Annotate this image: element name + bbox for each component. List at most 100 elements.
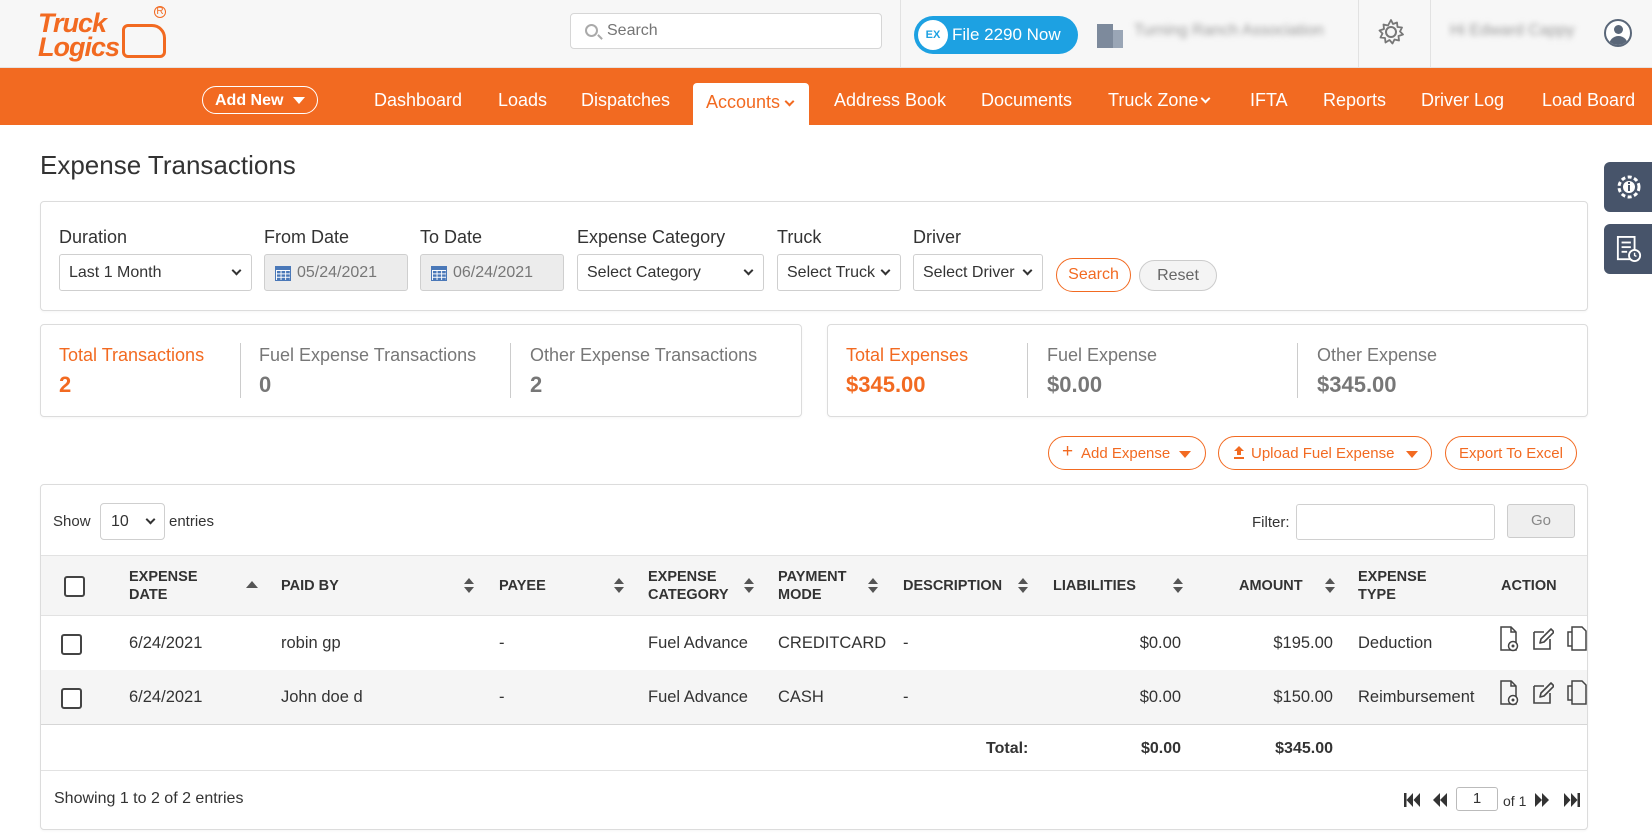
sort-icon[interactable] [464, 578, 474, 594]
reset-button[interactable]: Reset [1139, 260, 1217, 291]
transactions-summary-card [40, 324, 802, 417]
view-receipt-icon[interactable] [1498, 680, 1520, 706]
nav-reports[interactable]: Reports [1323, 90, 1386, 111]
nav-loads[interactable]: Loads [498, 90, 547, 111]
go-button[interactable]: Go [1507, 504, 1575, 538]
sort-ascending-icon[interactable] [246, 581, 258, 588]
chevron-down-icon [1022, 265, 1033, 276]
cell-amount: $195.00 [1273, 634, 1333, 652]
add-new-dropdown[interactable]: Add New [202, 86, 318, 114]
cell-expense-category: Fuel Advance [648, 634, 748, 652]
from-date-input[interactable]: 05/24/2021 [264, 254, 408, 291]
col-description[interactable]: DESCRIPTION [903, 577, 1002, 595]
search-button[interactable]: Search [1056, 258, 1131, 292]
copy-document-icon[interactable] [1566, 626, 1588, 652]
to-date-input[interactable]: 06/24/2021 [420, 254, 564, 291]
truck-logics-logo[interactable]: Truck Logics R [36, 6, 166, 64]
upload-fuel-expense-button[interactable]: Upload Fuel Expense [1218, 436, 1432, 470]
page-number-input[interactable]: 1 [1456, 787, 1498, 811]
nav-dashboard[interactable]: Dashboard [374, 90, 462, 111]
duration-select[interactable]: Last 1 Month [59, 254, 252, 291]
chevron-down-icon [880, 265, 891, 276]
caret-down-icon [1179, 451, 1191, 458]
chevron-down-icon [784, 96, 795, 107]
user-greeting[interactable]: Hi Edward Cappy [1450, 22, 1590, 42]
recent-activity-tab[interactable] [1604, 224, 1652, 274]
global-search-input[interactable] [607, 20, 867, 42]
nav-documents[interactable]: Documents [981, 90, 1072, 111]
nav-accounts[interactable]: Accounts [693, 83, 809, 125]
edit-icon[interactable] [1532, 626, 1554, 652]
from-date-label: From Date [264, 227, 350, 247]
col-paid-by[interactable]: PAID BY [281, 577, 339, 595]
calendar-icon[interactable] [275, 266, 291, 281]
copy-document-icon[interactable] [1566, 680, 1588, 706]
sort-icon[interactable] [744, 578, 754, 594]
expense-category-label: Expense Category [577, 227, 726, 247]
sort-icon[interactable] [1173, 578, 1183, 594]
previous-page-icon[interactable] [1432, 792, 1448, 808]
sort-icon[interactable] [1018, 578, 1028, 594]
nav-address-book[interactable]: Address Book [834, 90, 946, 111]
table-row: 6/24/2021 robin gp - Fuel Advance CREDIT… [41, 616, 1587, 670]
col-liabilities[interactable]: LIABILITIES [1053, 577, 1136, 595]
user-avatar-icon[interactable] [1604, 19, 1632, 47]
select-all-checkbox[interactable] [64, 576, 85, 597]
filter-input[interactable] [1296, 504, 1495, 540]
to-date-value: 06/24/2021 [453, 264, 534, 281]
help-settings-tab[interactable] [1604, 162, 1652, 212]
truck-value: Select Truck [787, 264, 876, 281]
sort-icon[interactable] [614, 578, 624, 594]
total-transactions-label: Total Transactions [59, 345, 205, 365]
cell-amount: $150.00 [1273, 688, 1333, 706]
next-page-icon[interactable] [1534, 792, 1550, 808]
truck-select[interactable]: Select Truck [777, 254, 901, 291]
from-date-value: 05/24/2021 [297, 264, 378, 281]
fuel-expense-label: Fuel Expense [1047, 345, 1158, 365]
nav-load-board[interactable]: Load Board [1542, 90, 1635, 111]
stat-divider [1027, 343, 1028, 398]
entries-per-page-select[interactable]: 10 [100, 503, 165, 540]
expresstrucktax-icon: EX [918, 20, 948, 50]
global-search[interactable] [570, 13, 882, 49]
add-expense-button[interactable]: + Add Expense [1048, 436, 1206, 470]
driver-select[interactable]: Select Driver [913, 254, 1043, 291]
col-expense-type[interactable]: EXPENSE TYPE [1358, 568, 1448, 604]
last-page-icon[interactable] [1563, 792, 1581, 808]
nav-truck-zone[interactable]: Truck Zone [1108, 90, 1198, 111]
edit-icon[interactable] [1532, 680, 1554, 706]
export-to-excel-button[interactable]: Export To Excel [1445, 436, 1577, 470]
view-receipt-icon[interactable] [1498, 626, 1520, 652]
entries-label: entries [169, 513, 215, 530]
add-expense-label: Add Expense [1081, 445, 1171, 462]
fuel-transactions-label: Fuel Expense Transactions [259, 345, 477, 365]
row-checkbox[interactable] [61, 634, 82, 655]
sort-icon[interactable] [868, 578, 878, 594]
document-history-icon [1616, 236, 1642, 262]
col-expense-date[interactable]: EXPENSE DATE [129, 568, 219, 604]
first-page-icon[interactable] [1403, 792, 1421, 808]
calendar-icon[interactable] [431, 266, 447, 281]
col-expense-category[interactable]: EXPENSE CATEGORY [648, 568, 738, 604]
file-2290-label: File 2290 Now [952, 25, 1061, 44]
expense-category-select[interactable]: Select Category [577, 254, 764, 291]
cell-liabilities: $0.00 [1139, 688, 1181, 706]
nav-ifta[interactable]: IFTA [1250, 90, 1288, 111]
top-header: Truck Logics R EX File 2290 Now Turning … [0, 0, 1652, 68]
row-checkbox[interactable] [61, 688, 82, 709]
cell-liabilities: $0.00 [1139, 634, 1181, 652]
col-payee[interactable]: PAYEE [499, 577, 546, 595]
duration-label: Duration [59, 227, 128, 247]
export-to-excel-label: Export To Excel [1459, 445, 1563, 462]
other-expense-value: $345.00 [1317, 372, 1397, 397]
nav-driver-log[interactable]: Driver Log [1421, 90, 1504, 111]
sort-icon[interactable] [1325, 578, 1335, 594]
nav-accounts-label: Accounts [706, 92, 781, 112]
col-amount[interactable]: AMOUNT [1239, 577, 1303, 595]
settings-gear-icon[interactable] [1377, 18, 1405, 46]
nav-dispatches[interactable]: Dispatches [581, 90, 670, 111]
organization-name[interactable]: Turning Ranch Association [1134, 22, 1344, 42]
col-payment-mode[interactable]: PAYMENT MODE [778, 568, 858, 604]
gear-info-icon [1617, 175, 1641, 199]
file-2290-button[interactable]: EX File 2290 Now [914, 16, 1078, 54]
